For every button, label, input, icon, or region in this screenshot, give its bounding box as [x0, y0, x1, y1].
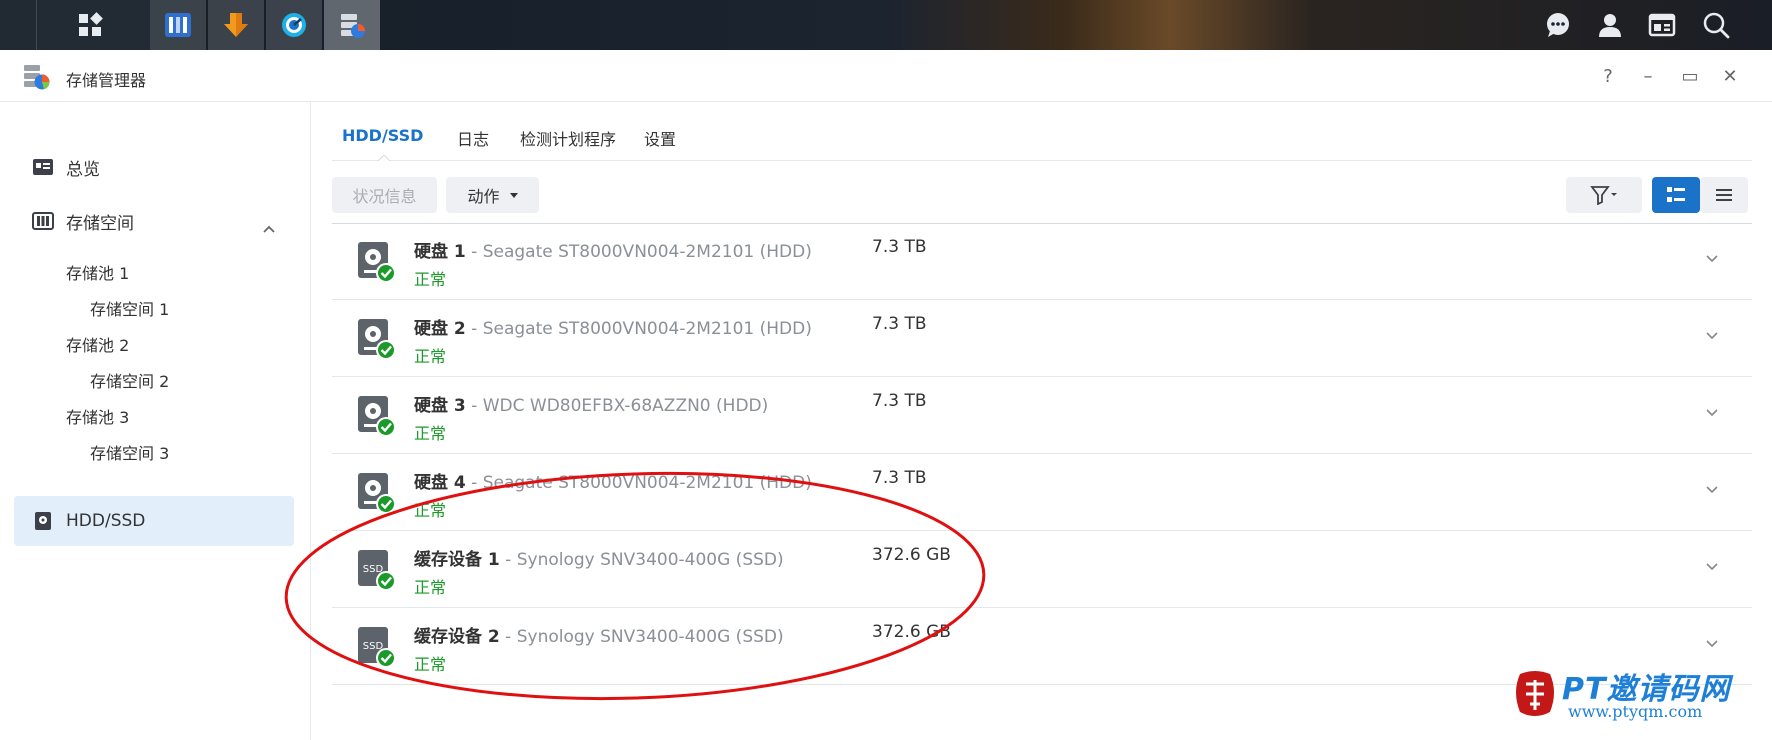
disk-name: 硬盘 1 - Seagate ST8000VN004-2M2101 (HDD) [414, 242, 812, 262]
disk-size: 7.3 TB [872, 391, 927, 411]
hdd-icon [358, 319, 396, 360]
filter-icon [1590, 186, 1617, 205]
sidebar-item-volume-1[interactable]: 存储空间 1 [90, 296, 169, 320]
storage-icon [32, 212, 54, 230]
taskbar-app-download-station[interactable] [208, 0, 264, 50]
ssd-icon: SSD [358, 627, 396, 668]
disk-row[interactable]: 硬盘 2 - Seagate ST8000VN004-2M2101 (HDD) … [332, 301, 1752, 377]
disk-name: 缓存设备 2 - Synology SNV3400-400G (SSD) [414, 627, 784, 647]
storage-manager-window: 存储管理器 ? – ▭ ✕ 总览 存储空间 存储池 1 存储空间 1 存储池 2… [0, 50, 1772, 740]
disk-status: 正常 [414, 578, 447, 597]
disk-size: 7.3 TB [872, 468, 927, 488]
disk-name: 硬盘 4 - Seagate ST8000VN004-2M2101 (HDD) [414, 473, 812, 493]
disk-status: 正常 [414, 270, 447, 289]
chevron-down-icon[interactable] [1705, 408, 1719, 417]
sidebar-item-volume-2[interactable]: 存储空间 2 [90, 368, 169, 392]
disk-name: 缓存设备 1 - Synology SNV3400-400G (SSD) [414, 550, 784, 570]
disk-size: 372.6 GB [872, 622, 951, 642]
disk-row[interactable]: 硬盘 1 - Seagate ST8000VN004-2M2101 (HDD) … [332, 224, 1752, 300]
window-titlebar: 存储管理器 ? – ▭ ✕ [0, 50, 1772, 102]
sidebar-item-pool-1[interactable]: 存储池 1 [66, 260, 129, 284]
control-panel-icon [165, 13, 191, 37]
search-button[interactable] [1694, 0, 1738, 50]
sidebar-item-overview[interactable]: 总览 [14, 142, 294, 192]
storage-manager-icon [24, 65, 50, 90]
disk-row[interactable]: 硬盘 3 - WDC WD80EFBX-68AZZN0 (HDD) 正常 7.3… [332, 378, 1752, 454]
sidebar-item-storage[interactable]: 存储空间 [14, 196, 294, 246]
chat-bubble-icon [1547, 13, 1569, 37]
taskbar [0, 0, 1772, 50]
caret-down-icon [509, 192, 518, 198]
chevron-down-icon[interactable] [1705, 254, 1719, 263]
sidebar-item-pool-3[interactable]: 存储池 3 [66, 404, 129, 428]
help-button[interactable]: ? [1596, 64, 1620, 88]
storage-manager-icon [341, 14, 365, 38]
disk-size: 7.3 TB [872, 237, 927, 257]
watermark-url: www.ptyqm.com [1568, 702, 1703, 721]
hdd-icon [358, 396, 396, 437]
search-icon [1703, 12, 1730, 39]
disk-status: 正常 [414, 347, 447, 366]
disk-name: 硬盘 3 - WDC WD80EFBX-68AZZN0 (HDD) [414, 396, 769, 416]
taskbar-separator [36, 0, 37, 50]
taskbar-app-control-panel[interactable] [150, 0, 206, 50]
messages-button[interactable] [1536, 0, 1580, 50]
disk-row[interactable]: SSD 缓存设备 1 - Synology SNV3400-400G (SSD)… [332, 532, 1752, 608]
overview-icon [33, 159, 53, 175]
window-title: 存储管理器 [66, 71, 147, 90]
sidebar-item-label: 总览 [66, 159, 100, 180]
sidebar-item-hdd-ssd[interactable]: HDD/SSD [14, 496, 294, 546]
disk-status: 正常 [414, 655, 447, 674]
hdd-icon [358, 242, 396, 283]
widgets-button[interactable] [1640, 0, 1684, 50]
action-dropdown-button[interactable]: 动作 [446, 177, 539, 213]
download-arrow-icon [224, 13, 248, 37]
gauge-icon [282, 13, 306, 37]
chevron-down-icon[interactable] [1705, 639, 1719, 648]
disk-status: 正常 [414, 501, 447, 520]
restore-button[interactable]: ▭ [1678, 64, 1702, 88]
chevron-down-icon[interactable] [1705, 562, 1719, 571]
minimize-button[interactable]: – [1636, 64, 1660, 88]
tab-divider [332, 160, 1752, 161]
card-list-icon [1667, 187, 1685, 202]
user-icon [1599, 14, 1621, 37]
tab-test-scheduler[interactable]: 检测计划程序 [520, 126, 616, 150]
sidebar: 总览 存储空间 存储池 1 存储空间 1 存储池 2 存储空间 2 存储池 3 … [0, 102, 311, 740]
taskbar-app-storage-manager[interactable] [324, 0, 380, 50]
disk-size: 372.6 GB [872, 545, 951, 565]
tab-hdd-ssd[interactable]: HDD/SSD [342, 126, 423, 145]
status-info-button[interactable]: 状况信息 [332, 177, 437, 213]
filter-button[interactable] [1566, 177, 1642, 213]
sidebar-item-pool-2[interactable]: 存储池 2 [66, 332, 129, 356]
watermark-logo-icon [1516, 671, 1554, 716]
tab-settings[interactable]: 设置 [644, 126, 676, 150]
disk-name: 硬盘 2 - Seagate ST8000VN004-2M2101 (HDD) [414, 319, 812, 339]
list-icon [1716, 189, 1732, 201]
tab-logs[interactable]: 日志 [457, 126, 489, 150]
main-menu-button[interactable] [70, 0, 110, 50]
chevron-up-icon[interactable] [262, 224, 276, 234]
chevron-down-icon[interactable] [1705, 331, 1719, 340]
close-button[interactable]: ✕ [1718, 64, 1742, 88]
taskbar-app-resource-monitor[interactable] [266, 0, 322, 50]
widgets-icon [1648, 13, 1676, 37]
disk-size: 7.3 TB [872, 314, 927, 334]
active-tab-caret [378, 155, 390, 161]
disk-status: 正常 [414, 424, 447, 443]
user-button[interactable] [1588, 0, 1632, 50]
drive-icon [35, 512, 51, 530]
hdd-icon [358, 473, 396, 514]
ssd-icon: SSD [358, 550, 396, 591]
watermark: PT邀请码网 www.ptyqm.com [1512, 664, 1762, 722]
list-view-button[interactable] [1700, 177, 1748, 213]
action-label: 动作 [467, 187, 500, 206]
chevron-down-icon[interactable] [1705, 485, 1719, 494]
card-view-button[interactable] [1652, 177, 1700, 213]
apps-grid-icon [79, 12, 103, 36]
sidebar-item-label: 存储空间 [66, 213, 134, 234]
disk-row[interactable]: 硬盘 4 - Seagate ST8000VN004-2M2101 (HDD) … [332, 455, 1752, 531]
sidebar-item-label: HDD/SSD [66, 511, 146, 531]
sidebar-item-volume-3[interactable]: 存储空间 3 [90, 440, 169, 464]
